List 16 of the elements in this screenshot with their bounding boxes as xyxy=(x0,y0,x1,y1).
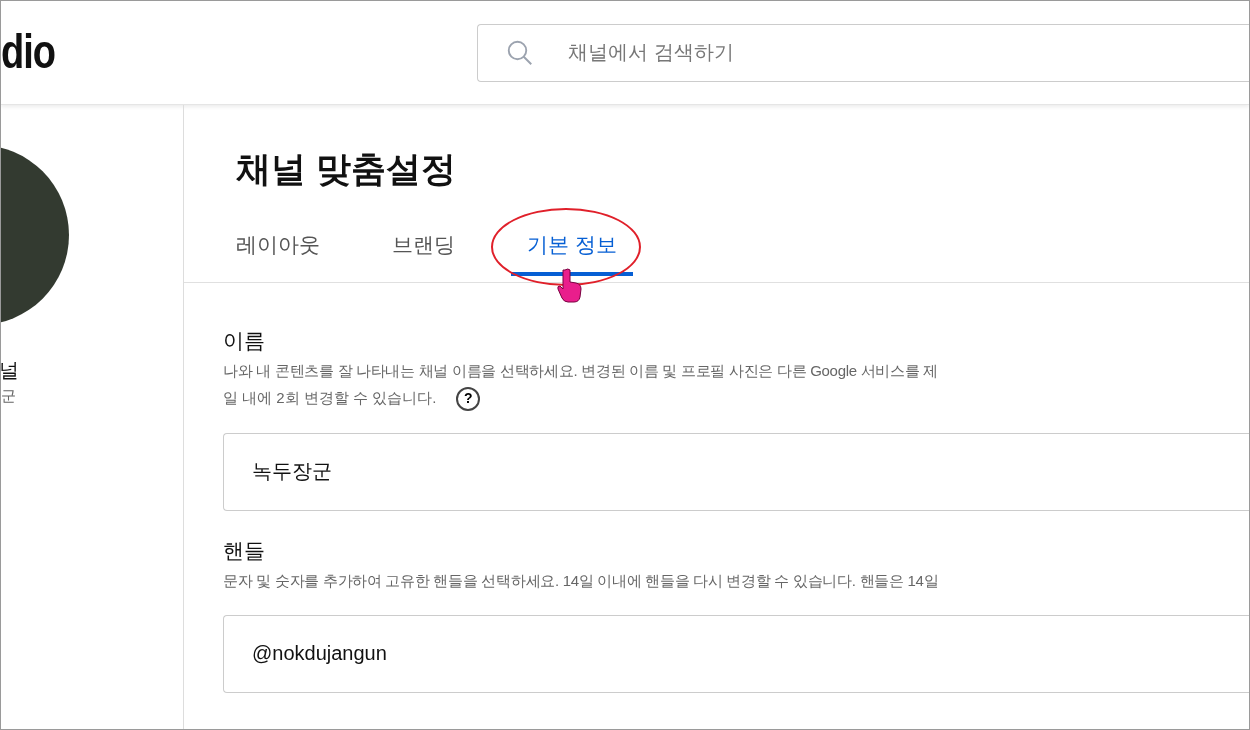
channel-name: 널 xyxy=(1,358,20,383)
help-icon[interactable]: ? xyxy=(456,386,481,411)
page-title: 채널 맞춤설정 xyxy=(236,148,457,190)
text-field[interactable]: @nokdujangun xyxy=(223,614,1249,693)
logo-text: dio xyxy=(1,24,57,81)
field-description: 일 내에 2회 변경할 수 있습니다. xyxy=(223,388,437,409)
tab[interactable]: 레이아웃 xyxy=(220,217,336,276)
tab[interactable]: 브랜딩 xyxy=(376,217,471,276)
channel-subtitle: 군 xyxy=(1,386,17,406)
search-field[interactable]: 채널에서 검색하기 xyxy=(477,23,1249,82)
field-description: 나와 내 콘텐츠를 잘 나타내는 채널 이름을 선택하세요. 변경된 이름 및 프로필 사진은 다른 Google 서비스를 제 xyxy=(223,361,940,381)
field-description: 문자 및 숫자를 추가하여 고유한 핸들을 선택하세요. 14일 이내에 핸들을 다시 변경할 수 있습니다. 핸들은 14일 xyxy=(223,571,940,591)
field-label: 이름 xyxy=(223,327,266,354)
text-field[interactable]: 녹두장군 xyxy=(223,432,1249,511)
hand-cursor-icon xyxy=(557,267,583,304)
field-label: 핸들 xyxy=(223,537,266,564)
